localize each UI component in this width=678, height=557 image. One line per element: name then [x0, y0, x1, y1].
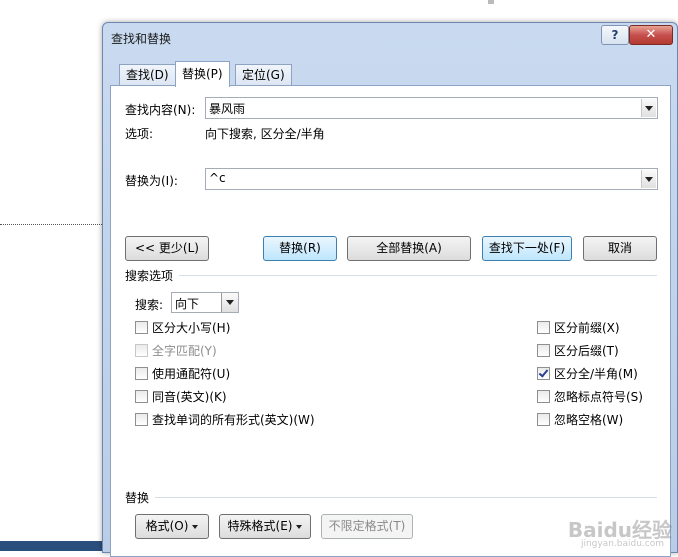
close-button[interactable]: ✕: [629, 25, 673, 45]
match-width-checkbox[interactable]: [537, 367, 550, 380]
no-formatting-button[interactable]: 不限定格式(T): [321, 514, 413, 539]
search-options-section-label: 搜索选项: [125, 269, 174, 283]
document-ruler-line: [0, 224, 104, 225]
search-options-divider: [179, 275, 657, 276]
format-button-label: 格式(O): [145, 519, 189, 533]
replace-button[interactable]: 替换(R): [263, 236, 337, 261]
special-format-button[interactable]: 特殊格式(E): [219, 514, 311, 539]
chevron-down-icon[interactable]: [641, 170, 656, 188]
whole-word-label[interactable]: 全字匹配(Y): [152, 342, 217, 359]
match-prefix-checkbox[interactable]: [537, 321, 550, 334]
wildcards-checkbox[interactable]: [135, 367, 148, 380]
title-bar[interactable]: 查找和替换 ? ✕: [103, 23, 677, 51]
dialog-title: 查找和替换: [111, 32, 172, 46]
all-word-forms-label[interactable]: 查找单词的所有形式(英文)(W): [152, 411, 315, 428]
replace-with-label: 替换为(I):: [125, 174, 178, 188]
search-direction-label: 搜索:: [135, 298, 164, 312]
document-mark: [488, 0, 494, 4]
match-case-checkbox[interactable]: [135, 321, 148, 334]
baidu-watermark-url: jingyan.baidu.com: [580, 539, 664, 549]
less-button[interactable]: << 更少(L): [125, 236, 209, 261]
chevron-down-icon[interactable]: [641, 99, 656, 117]
whole-word-checkbox[interactable]: [135, 344, 148, 357]
options-value: 向下搜索, 区分全/半角: [205, 127, 325, 141]
replace-with-combo[interactable]: ^c: [205, 168, 658, 190]
format-button[interactable]: 格式(O): [135, 514, 209, 539]
document-taskbar-strip: [0, 541, 104, 551]
caret-down-icon: [192, 524, 199, 529]
ignore-punctuation-label[interactable]: 忽略标点符号(S): [554, 388, 643, 405]
search-direction-value: 向下: [175, 297, 200, 311]
ignore-whitespace-label[interactable]: 忽略空格(W): [554, 411, 623, 428]
wildcards-label[interactable]: 使用通配符(U): [152, 365, 230, 382]
find-what-value: 暴风雨: [209, 102, 246, 116]
find-what-label: 查找内容(N):: [125, 103, 196, 117]
match-prefix-label[interactable]: 区分前缀(X): [554, 319, 620, 336]
sounds-like-label[interactable]: 同音(英文)(K): [152, 388, 227, 405]
sounds-like-checkbox[interactable]: [135, 390, 148, 403]
replace-section-divider: [155, 497, 657, 498]
dialog-body: 查找内容(N): 暴风雨 选项: 向下搜索, 区分全/半角 替换为(I): ^c…: [110, 85, 671, 557]
all-word-forms-checkbox[interactable]: [135, 413, 148, 426]
match-suffix-label[interactable]: 区分后缀(T): [554, 342, 619, 359]
ignore-punctuation-checkbox[interactable]: [537, 390, 550, 403]
replace-with-value: ^c: [209, 171, 226, 185]
ignore-whitespace-checkbox[interactable]: [537, 413, 550, 426]
match-suffix-checkbox[interactable]: [537, 344, 550, 357]
options-label: 选项:: [125, 127, 154, 141]
match-width-label[interactable]: 区分全/半角(M): [554, 365, 638, 382]
tab-goto[interactable]: 定位(G): [235, 64, 292, 86]
chevron-down-icon[interactable]: [221, 293, 238, 312]
match-case-label[interactable]: 区分大小写(H): [152, 319, 230, 336]
find-what-combo[interactable]: 暴风雨: [205, 97, 658, 119]
caret-down-icon: [296, 524, 303, 529]
find-next-button[interactable]: 查找下一处(F): [482, 236, 572, 261]
help-button[interactable]: ?: [601, 25, 629, 45]
cancel-button[interactable]: 取消: [583, 236, 657, 261]
replace-section-label: 替换: [125, 491, 150, 505]
find-replace-dialog: 查找和替换 ? ✕ 查找(D) 替换(P) 定位(G) 查找内容(N): 暴风雨…: [102, 22, 678, 557]
search-direction-select[interactable]: 向下: [171, 292, 239, 313]
replace-all-button[interactable]: 全部替换(A): [347, 236, 471, 261]
special-format-button-label: 特殊格式(E): [227, 519, 293, 533]
tab-replace[interactable]: 替换(P): [175, 61, 230, 87]
tab-find[interactable]: 查找(D): [119, 64, 176, 86]
